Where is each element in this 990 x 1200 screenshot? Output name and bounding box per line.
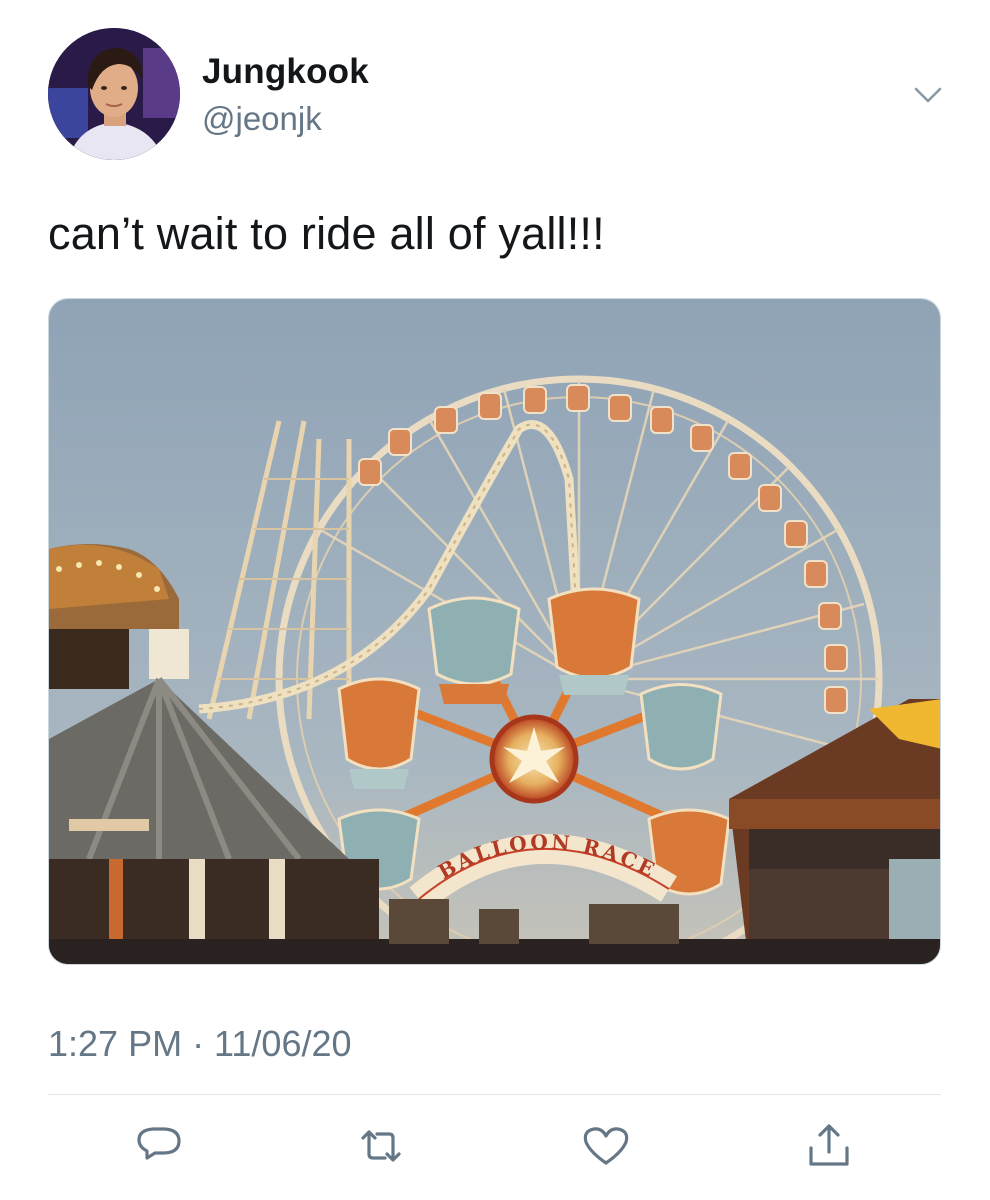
retweet-button[interactable] xyxy=(355,1120,407,1172)
share-button[interactable] xyxy=(803,1120,855,1172)
tweet-timestamp[interactable]: 1:27 PM · 11/06/20 xyxy=(48,1023,352,1065)
chevron-down-icon xyxy=(914,87,942,103)
tweet-photo[interactable]: BALLOON RACE xyxy=(48,298,941,965)
share-icon xyxy=(809,1124,849,1166)
tweet-card: Jungkook @jeonjk can’t wait to ride all … xyxy=(0,0,990,1200)
like-button[interactable] xyxy=(580,1120,632,1172)
amusement-park-photo: BALLOON RACE xyxy=(49,299,940,964)
reply-icon xyxy=(137,1127,181,1160)
author-handle[interactable]: @jeonjk xyxy=(202,100,322,138)
tweet-text: can’t wait to ride all of yall!!! xyxy=(48,208,605,259)
tweet-options-button[interactable] xyxy=(910,80,946,110)
avatar[interactable] xyxy=(48,28,180,160)
retweet-icon xyxy=(361,1130,401,1162)
author-display-name[interactable]: Jungkook xyxy=(202,52,369,92)
heart-icon xyxy=(583,1127,629,1165)
actions-divider xyxy=(48,1094,941,1095)
balloon-gondola xyxy=(337,677,421,789)
avatar-image xyxy=(48,28,180,160)
reply-button[interactable] xyxy=(133,1120,185,1172)
